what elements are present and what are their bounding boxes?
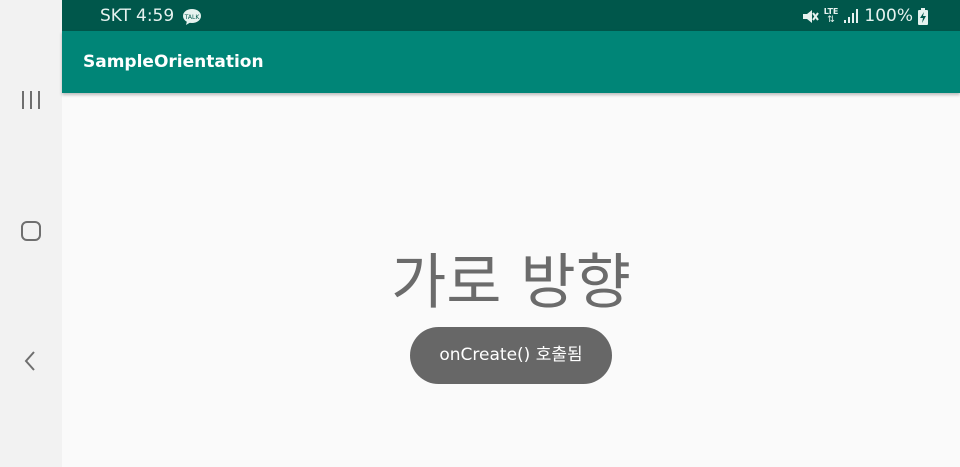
home-icon (21, 221, 41, 241)
battery-level: 100% (864, 6, 913, 26)
signal-icon (844, 9, 859, 23)
carrier-label: SKT (100, 6, 132, 26)
lte-icon: LTE ⇅ (823, 7, 839, 25)
status-bar: SKT 4:59 TALK LTE ⇅ 100% (62, 0, 960, 31)
toast-message: onCreate() 호출됨 (410, 327, 612, 384)
back-button[interactable] (11, 341, 51, 381)
recent-apps-icon (22, 91, 40, 109)
status-right: LTE ⇅ 100% (801, 6, 928, 26)
back-icon (24, 351, 35, 371)
svg-text:TALK: TALK (184, 14, 201, 21)
main-content: 가로 방향 onCreate() 호출됨 (62, 93, 960, 467)
app-bar: SampleOrientation (62, 31, 960, 93)
recent-apps-button[interactable] (11, 80, 51, 120)
mute-icon (802, 9, 819, 23)
kakaotalk-notification-icon: TALK (183, 8, 202, 25)
status-time: 4:59 (136, 6, 175, 26)
home-button[interactable] (11, 211, 51, 251)
app-title: SampleOrientation (83, 52, 264, 72)
status-left: SKT 4:59 TALK (100, 6, 202, 26)
navigation-bar (0, 0, 62, 467)
battery-charging-icon (918, 7, 928, 25)
orientation-text: 가로 방향 (391, 248, 631, 318)
